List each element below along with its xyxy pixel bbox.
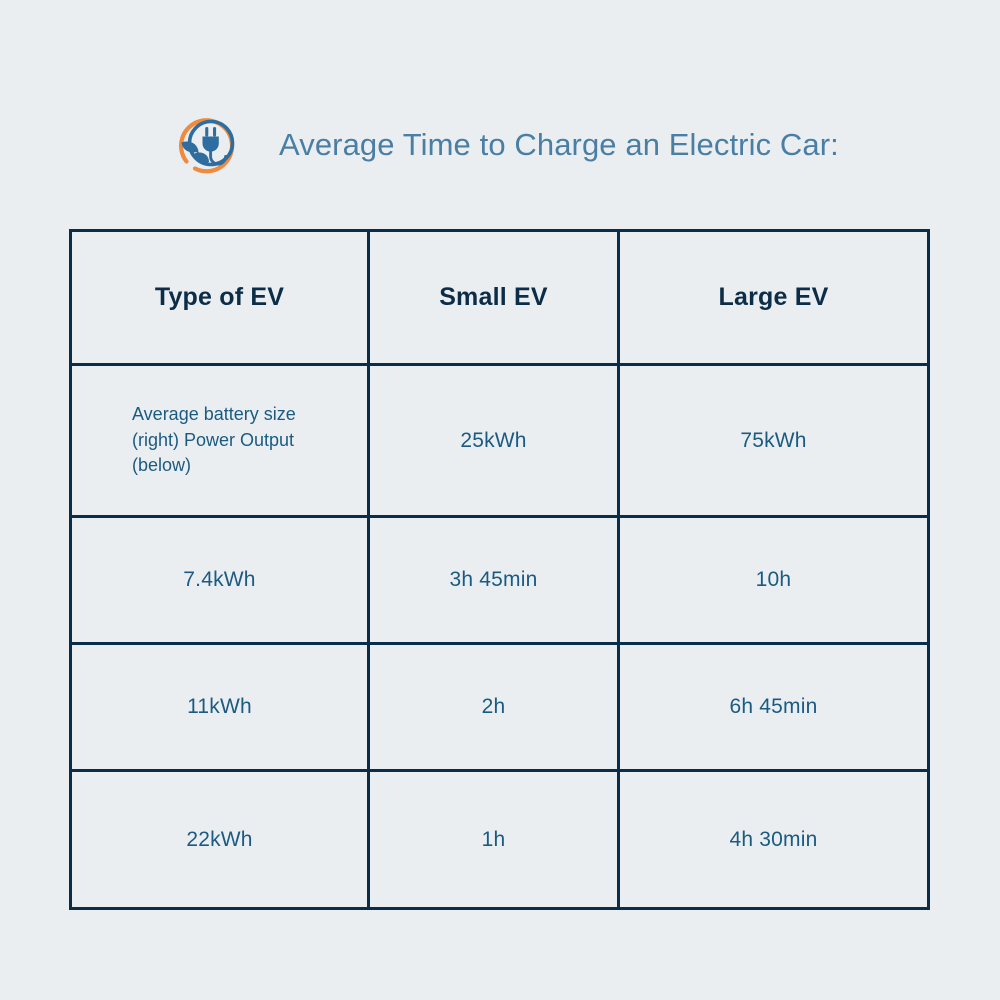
column-header-label: Large EV (718, 283, 829, 311)
table-row: 22kWh 1h 4h 30min (72, 772, 927, 907)
cell-value: 1h (481, 827, 506, 851)
column-header-large-ev: Large EV (620, 232, 927, 363)
page-title: Average Time to Charge an Electric Car: (279, 126, 839, 162)
row-label-cell: Average battery size (right) Power Outpu… (72, 366, 370, 515)
row-value-large-ev: 4h 30min (620, 772, 927, 907)
row-label: Average battery size (right) Power Outpu… (132, 404, 296, 476)
cell-value: 2h (481, 695, 506, 718)
table-header-row: Type of EV Small EV Large EV (72, 232, 927, 366)
cell-value: 25kWh (460, 428, 527, 452)
charge-time-table: Type of EV Small EV Large EV Average bat… (69, 229, 930, 910)
cell-value: 75kWh (740, 428, 807, 452)
cell-value: 4h 30min (729, 827, 818, 851)
cell-value: 6h 45min (729, 695, 818, 718)
header: Average Time to Charge an Electric Car: (69, 100, 931, 190)
row-label: 11kWh (187, 695, 252, 718)
row-value-large-ev: 10h (620, 518, 927, 642)
infographic-page: Average Time to Charge an Electric Car: … (0, 0, 1000, 1000)
column-header-label: Small EV (439, 283, 548, 311)
row-label-cell: 7.4kWh (72, 518, 370, 642)
row-value-small-ev: 3h 45min (370, 518, 620, 642)
row-value-large-ev: 6h 45min (620, 645, 927, 769)
column-header-small-ev: Small EV (370, 232, 620, 363)
row-value-small-ev: 25kWh (370, 366, 620, 515)
row-value-small-ev: 2h (370, 645, 620, 769)
table-row: 11kWh 2h 6h 45min (72, 645, 927, 772)
row-value-large-ev: 75kWh (620, 366, 927, 515)
table-row: 7.4kWh 3h 45min 10h (72, 518, 927, 645)
row-label-cell: 22kWh (72, 772, 370, 907)
row-label: 7.4kWh (183, 568, 256, 591)
row-label: 22kWh (186, 827, 253, 851)
ev-charging-plug-leaf-icon (178, 118, 235, 174)
cell-value: 3h 45min (449, 568, 538, 591)
column-header-label: Type of EV (154, 283, 285, 311)
cell-value: 10h (755, 568, 792, 591)
row-value-small-ev: 1h (370, 772, 620, 907)
column-header-type-of-ev: Type of EV (72, 232, 370, 363)
row-label-cell: 11kWh (72, 645, 370, 769)
table-row: Average battery size (right) Power Outpu… (72, 366, 927, 518)
